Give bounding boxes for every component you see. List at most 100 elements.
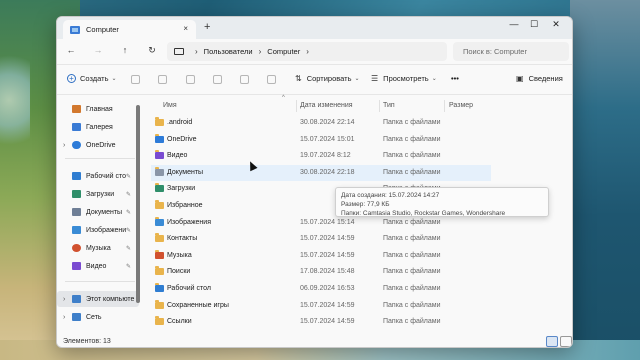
navigation-bar: ← → ↑ ↻ › Пользователи › Computer ›: [57, 39, 572, 65]
chevron-right-icon[interactable]: ›: [63, 142, 65, 149]
column-divider[interactable]: [444, 100, 445, 112]
title-bar: Computer × + — ☐ ✕: [57, 17, 572, 39]
sidebar-item-label: Сеть: [86, 313, 102, 321]
sidebar-item-label: Галерея: [86, 123, 113, 131]
pin-icon: ✎: [126, 263, 132, 270]
file-name: OneDrive: [167, 135, 197, 143]
pictures-icon: [72, 226, 81, 234]
documents-icon: [155, 166, 164, 176]
sidebar-item-documents[interactable]: Документы ✎: [57, 204, 139, 220]
file-date: 15.07.2024 14:59: [300, 318, 355, 326]
sort-button[interactable]: ⇅ Сортировать ⌄: [295, 74, 360, 83]
table-row[interactable]: Ссылки 15.07.2024 14:59 Папка с файлами: [151, 314, 491, 330]
address-bar[interactable]: › Пользователи › Computer ›: [167, 42, 447, 61]
file-type: Папка с файлами: [383, 152, 441, 160]
file-type: Папка с файлами: [383, 168, 441, 176]
breadcrumb-computer[interactable]: Computer: [267, 47, 300, 56]
table-row[interactable]: .android 30.08.2024 22:14 Папка с файлами: [151, 115, 491, 131]
sidebar-item-network[interactable]: › Сеть: [57, 309, 139, 325]
details-view-toggle[interactable]: [546, 336, 558, 347]
file-date: 30.08.2024 22:14: [300, 119, 355, 126]
sidebar-item-pictures[interactable]: Изображени ✎: [57, 222, 139, 238]
sidebar-item-this-pc[interactable]: › Этот компьюте: [57, 291, 139, 307]
view-button[interactable]: ☰ Просмотреть ⌄: [371, 74, 437, 83]
tooltip-folders: Папки: Camtasia Studio, Rockstar Games, …: [341, 210, 506, 217]
file-date: 15.07.2024 14:59: [300, 235, 355, 243]
table-row[interactable]: Рабочий стол 06.09.2024 16:53 Папка с файл…: [151, 281, 491, 297]
breadcrumb-separator[interactable]: ›: [306, 47, 309, 56]
file-explorer-window: Computer × + — ☐ ✕ ← → ↑ ↻ › Пользовател…: [56, 16, 573, 348]
onedrive-icon: [155, 133, 164, 143]
more-options-button[interactable]: •••: [451, 74, 459, 83]
desktop-icon: [155, 283, 164, 292]
folder-icon: [155, 299, 164, 309]
sidebar-item-home[interactable]: Главная: [57, 101, 139, 117]
file-name: Видео: [167, 152, 188, 160]
maximize-button[interactable]: ☐: [524, 19, 544, 30]
table-row[interactable]: OneDrive 15.07.2024 15:01 Папка с файлами: [151, 132, 491, 148]
table-row[interactable]: Музыка 15.07.2024 14:59 Папка с файлами: [151, 248, 491, 264]
share-icon[interactable]: [240, 75, 249, 84]
new-tab-button[interactable]: +: [204, 21, 210, 33]
status-bar: Элементов: 13: [57, 335, 572, 347]
file-type: Папка с файлами: [383, 119, 441, 126]
paste-icon[interactable]: [186, 75, 195, 84]
file-type: Папка с файлами: [383, 235, 441, 243]
table-row[interactable]: Документы 30.08.2024 22:18 Папка с файлами: [151, 164, 491, 181]
sidebar-item-label: OneDrive: [86, 141, 116, 149]
table-row[interactable]: Сохраненные игры 15.07.2024 14:59 Папка с …: [151, 298, 491, 314]
column-header-date[interactable]: Дата изменения: [300, 102, 353, 109]
close-window-button[interactable]: ✕: [546, 19, 566, 30]
sidebar-scrollbar[interactable]: [136, 105, 140, 303]
breadcrumb-users[interactable]: Пользователи: [204, 47, 253, 56]
sidebar-item-label: Изображени: [86, 226, 127, 234]
column-header-type[interactable]: Тип: [383, 102, 395, 109]
sort-label: Сортировать: [306, 74, 352, 83]
create-button[interactable]: + Создать ⌄: [67, 74, 117, 83]
chevron-right-icon[interactable]: ›: [63, 296, 65, 303]
onedrive-icon: [72, 141, 81, 149]
desktop-icon: [72, 172, 81, 180]
up-button[interactable]: ↑: [118, 45, 132, 55]
chevron-right-icon[interactable]: ›: [63, 314, 65, 321]
table-row[interactable]: Видео 19.07.2024 8:12 Папка с файлами: [151, 148, 491, 164]
music-icon: [155, 249, 164, 259]
rename-icon[interactable]: [213, 75, 222, 84]
file-date: 15.07.2024 15:14: [300, 218, 355, 226]
refresh-button[interactable]: ↻: [145, 45, 159, 56]
file-list: ^ Имя Дата изменения Тип Размер .android…: [144, 95, 572, 335]
column-divider[interactable]: [296, 100, 297, 112]
sidebar-item-desktop[interactable]: Рабочий сто ✎: [57, 168, 139, 184]
sidebar-item-gallery[interactable]: Галерея: [57, 119, 139, 135]
file-name: Документы: [167, 168, 204, 176]
sidebar-item-music[interactable]: Музыка ✎: [57, 240, 139, 256]
chevron-down-icon: ⌄: [354, 76, 360, 82]
details-button[interactable]: ▣ Сведения: [516, 74, 563, 83]
sidebar-item-downloads[interactable]: Загрузки ✎: [57, 186, 139, 202]
close-tab-icon[interactable]: ×: [183, 24, 188, 33]
sidebar-item-video[interactable]: Видео ✎: [57, 258, 139, 274]
sidebar-divider: [65, 158, 135, 159]
copy-icon[interactable]: [158, 75, 167, 84]
file-type: Папка с файлами: [383, 218, 441, 226]
column-header-size[interactable]: Размер: [449, 102, 473, 109]
back-button[interactable]: ←: [64, 45, 78, 55]
tiles-view-toggle[interactable]: [560, 336, 572, 347]
tab-computer[interactable]: Computer ×: [63, 20, 196, 39]
forward-button[interactable]: →: [91, 45, 105, 55]
search-input[interactable]: [463, 47, 569, 56]
minimize-button[interactable]: —: [504, 19, 524, 29]
delete-icon[interactable]: [267, 75, 276, 84]
table-row[interactable]: Поиски 17.08.2024 15:48 Папка с файлами: [151, 264, 491, 280]
file-name: Рабочий стол: [167, 285, 211, 292]
column-divider[interactable]: [379, 100, 380, 112]
search-box[interactable]: [453, 42, 569, 61]
sidebar-item-onedrive[interactable]: › OneDrive: [57, 137, 139, 153]
column-header-name[interactable]: Имя: [163, 102, 177, 109]
cut-icon[interactable]: [131, 75, 140, 84]
navigation-pane: Главная Галерея › OneDrive Рабочий сто ✎…: [57, 95, 142, 335]
file-name: Контакты: [167, 235, 198, 243]
pin-icon: ✎: [126, 209, 132, 216]
table-row[interactable]: Контакты 15.07.2024 14:59 Папка с файлами: [151, 231, 491, 247]
tab-label: Computer: [86, 25, 119, 34]
